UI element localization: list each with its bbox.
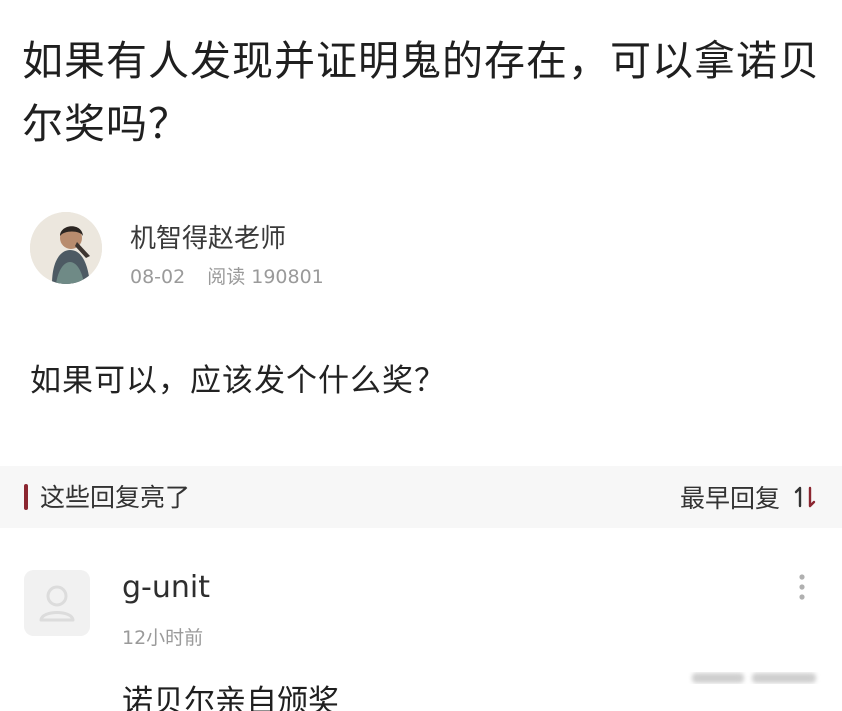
comment-username[interactable]: g-unit xyxy=(122,570,210,605)
question-page: 如果有人发现并证明鬼的存在，可以拿诺贝尔奖吗？ 机智得赵老师 08-02 阅读 19… xyxy=(0,0,842,711)
author-avatar[interactable] xyxy=(30,212,102,284)
comment-text: 诺贝尔亲自颁奖 xyxy=(122,684,339,711)
post-date: 08-02 xyxy=(130,266,186,288)
replies-section-title: 这些回复亮了 xyxy=(40,483,191,512)
author-name[interactable]: 机智得赵老师 xyxy=(130,218,286,255)
sort-label: 最早回复 xyxy=(679,484,780,513)
question-title: 如果有人发现并证明鬼的存在，可以拿诺贝尔奖吗？ xyxy=(22,37,820,148)
more-vertical-icon xyxy=(799,574,805,600)
comment-time: 12小时前 xyxy=(122,627,204,649)
read-count: 190801 xyxy=(251,266,324,288)
question-body: 如果可以，应该发个什么奖？ xyxy=(30,363,446,399)
author-meta: 08-02 阅读 190801 xyxy=(130,262,324,289)
default-user-avatar-icon xyxy=(24,570,90,636)
read-label: 阅读 xyxy=(207,266,246,288)
section-accent-bar xyxy=(24,484,28,510)
person-photo-avatar-icon xyxy=(30,212,102,284)
sort-arrows-icon xyxy=(794,486,816,508)
replies-header: 这些回复亮了 最早回复 xyxy=(0,466,842,528)
author-info: 机智得赵老师 08-02 阅读 190801 xyxy=(30,212,630,288)
blurred-watermark xyxy=(692,673,816,683)
comment-avatar[interactable] xyxy=(24,570,90,636)
sort-button[interactable]: 最早回复 xyxy=(680,478,816,516)
more-options-button[interactable] xyxy=(796,572,808,602)
